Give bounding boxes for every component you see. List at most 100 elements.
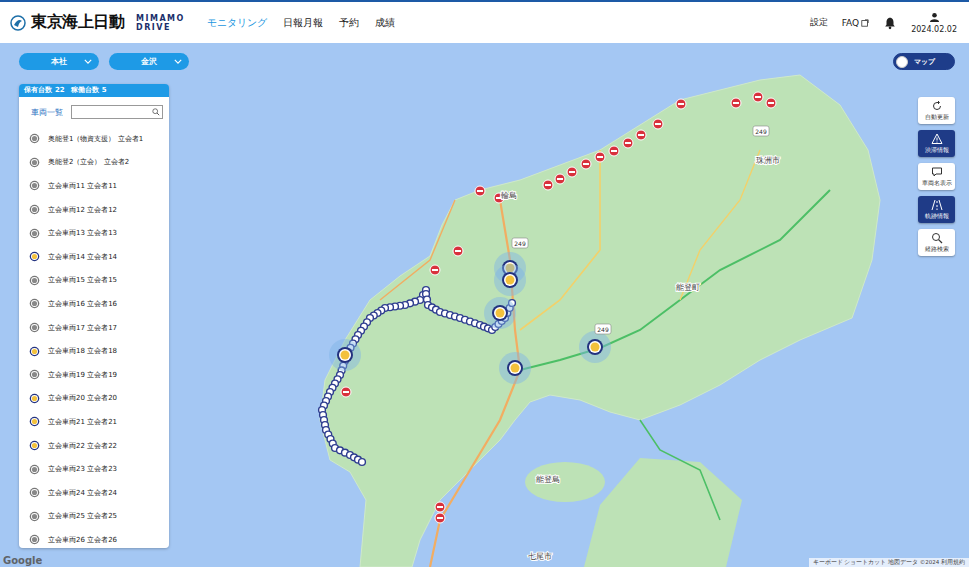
map-tool-button[interactable]: 車両名表示 [918, 163, 955, 190]
idle-vehicle-icon [29, 133, 40, 144]
place-label: 珠洲市 [756, 156, 780, 165]
road-closed-icon[interactable] [341, 387, 351, 397]
road-closed-icon[interactable] [543, 180, 553, 190]
noto-island [525, 462, 605, 502]
vehicle-search[interactable] [71, 105, 163, 119]
map-tool-button[interactable]: 経路検索 [918, 229, 955, 256]
vehicle-item[interactable]: 立会車両20 立会者20 [29, 387, 169, 411]
vehicle-item[interactable]: 立会車両16 立会者16 [29, 292, 169, 316]
svg-text:249: 249 [514, 240, 526, 247]
nav-item[interactable]: 予約 [339, 16, 359, 30]
vehicle-item[interactable]: 立会車両17 立会者17 [29, 316, 169, 340]
vehicle-item[interactable]: 立会車両11 立会者11 [29, 174, 169, 198]
road-closed-icon[interactable] [731, 98, 741, 108]
vehicle-item[interactable]: 立会車両12 立会者12 [29, 198, 169, 222]
idle-vehicle-icon [29, 157, 40, 168]
nav-item[interactable]: 成績 [375, 16, 395, 30]
vehicle-item[interactable]: 立会車両21 立会者21 [29, 410, 169, 434]
road-closed-icon[interactable] [753, 92, 763, 102]
vehicle-item[interactable]: 立会車両19 立会者19 [29, 363, 169, 387]
road-closed-icon[interactable] [555, 174, 565, 184]
search-icon [931, 232, 943, 244]
nav-item[interactable]: モニタリング [207, 16, 267, 30]
vehicle-item[interactable]: 立会車両23 立会者23 [29, 457, 169, 481]
road-closed-icon[interactable] [676, 99, 686, 109]
refresh-icon [931, 100, 943, 112]
road-closed-icon[interactable] [581, 159, 591, 169]
app-page: 東京海上日動MIMAMODRIVEモニタリング日報月報予約成績設定FAQ 202… [0, 0, 969, 567]
road-closed-icon[interactable] [609, 146, 619, 156]
faq-link[interactable]: FAQ [842, 18, 869, 28]
vehicle-item[interactable]: 立会車両24 立会者24 [29, 481, 169, 505]
header-right: 設定 FAQ 2024.02.02 [810, 12, 957, 34]
idle-vehicle-icon [29, 298, 40, 309]
vehicle-item[interactable]: 立会車両14 立会者14 [29, 245, 169, 269]
chevron-down-icon [84, 59, 92, 64]
vehicle-item[interactable]: 立会車両13 立会者13 [29, 221, 169, 245]
filter-dropdown[interactable]: 本社 [19, 53, 99, 70]
toggle-knob [896, 56, 908, 68]
active-vehicle-icon [29, 346, 40, 357]
road-closed-icon[interactable] [595, 152, 605, 162]
idle-vehicle-icon [29, 511, 40, 522]
nav-item[interactable]: 日報月報 [283, 16, 323, 30]
active-vehicle-icon [29, 416, 40, 427]
road-closed-icon[interactable] [475, 186, 485, 196]
user-menu[interactable]: 2024.02.02 [911, 12, 957, 34]
place-label: 七尾市 [528, 552, 552, 561]
road-line [640, 420, 720, 520]
idle-vehicle-icon [29, 369, 40, 380]
brand-name: 東京海上日動 [31, 12, 124, 33]
road-closed-icon[interactable] [567, 167, 577, 177]
filter-dropdown[interactable]: 金沢 [109, 53, 189, 70]
user-icon [929, 12, 940, 23]
vehicle-item[interactable]: 立会車両26 立会者26 [29, 528, 169, 548]
vehicle-item[interactable]: 立会車両22 立会者22 [29, 434, 169, 458]
map-view[interactable]: 249249249珠洲市能登町輪島能登島七尾市Google本社金沢マップ保有台数… [0, 43, 969, 567]
idle-vehicle-icon [29, 534, 40, 545]
road-line [520, 150, 600, 330]
track-point [359, 459, 366, 466]
road-closed-icon[interactable] [453, 246, 463, 256]
search-input[interactable] [71, 105, 163, 119]
map-tool-button[interactable]: 軌跡情報 [918, 196, 955, 223]
idle-vehicle-icon [29, 322, 40, 333]
vehicle-marker-icon[interactable] [579, 331, 611, 363]
vehicle-item[interactable]: 奥能登1（物資支援） 立会者1 [29, 127, 169, 151]
warning-icon [931, 133, 943, 145]
svg-text:249: 249 [755, 128, 767, 135]
vehicle-item[interactable]: 立会車両18 立会者18 [29, 339, 169, 363]
svg-text:249: 249 [597, 326, 609, 333]
idle-vehicle-icon [29, 228, 40, 239]
vehicle-item[interactable]: 奥能登2（立会） 立会者2 [29, 151, 169, 175]
vehicle-marker-icon[interactable] [484, 297, 516, 329]
vehicle-marker-icon[interactable] [499, 352, 531, 384]
vehicle-item[interactable]: 立会車両15 立会者15 [29, 269, 169, 293]
view-toggle[interactable]: マップ [893, 53, 955, 70]
map-tools: 自動更新渋滞情報車両名表示軌跡情報経路検索 [918, 97, 955, 256]
vehicle-marker-icon[interactable] [494, 264, 526, 296]
active-vehicle-icon [29, 393, 40, 404]
idle-vehicle-icon [29, 464, 40, 475]
idle-vehicle-icon [29, 487, 40, 498]
settings-link[interactable]: 設定 [810, 16, 828, 29]
fleet-summary: 保有台数22稼働台数5 [19, 84, 169, 97]
chevron-down-icon [174, 59, 182, 64]
road-closed-icon[interactable] [435, 513, 445, 523]
peninsula-land [320, 75, 880, 567]
road-closed-icon[interactable] [430, 265, 440, 275]
brand-logo[interactable]: 東京海上日動 [10, 12, 124, 33]
bell-icon[interactable] [883, 16, 897, 30]
road-closed-icon[interactable] [766, 98, 776, 108]
map-tool-button[interactable]: 自動更新 [918, 97, 955, 124]
map-tool-button[interactable]: 渋滞情報 [918, 130, 955, 157]
vehicle-marker-icon[interactable] [329, 339, 361, 371]
road-closed-icon[interactable] [623, 138, 633, 148]
speech-bubble-icon [931, 166, 943, 178]
road-closed-icon[interactable] [653, 119, 663, 129]
map-attribution: キーボード ショートカット 地図データ ©2024 利用規約 [809, 558, 969, 567]
vehicle-item[interactable]: 立会車両25 立会者25 [29, 505, 169, 529]
road-closed-icon[interactable] [435, 502, 445, 512]
place-label: 能登町 [676, 283, 700, 292]
road-closed-icon[interactable] [636, 130, 646, 140]
